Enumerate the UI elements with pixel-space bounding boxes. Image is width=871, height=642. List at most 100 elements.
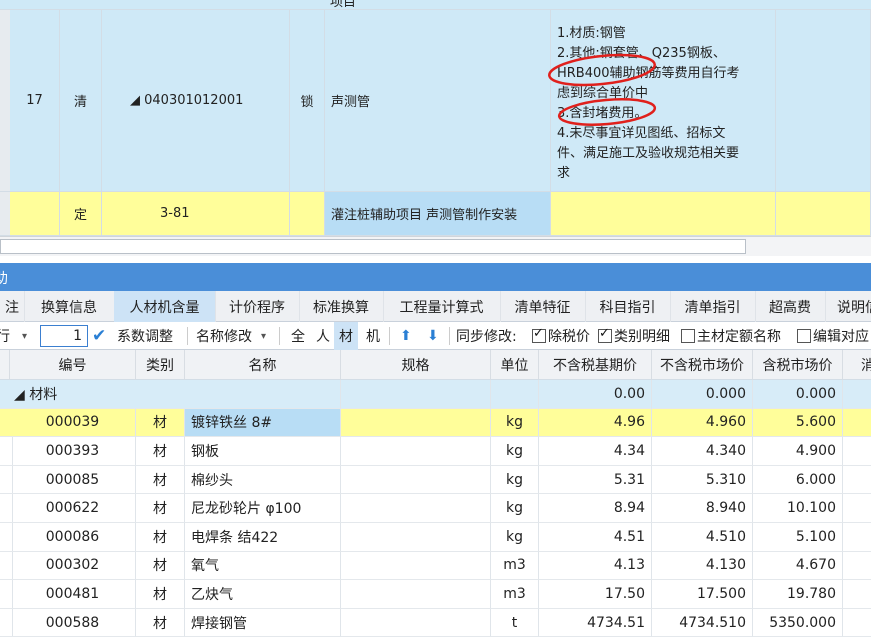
category-detail-checkbox[interactable]: 类别明细 xyxy=(596,322,670,350)
cell-tax[interactable]: 6.000 xyxy=(753,465,843,495)
cell-cat[interactable]: 材 xyxy=(136,465,185,495)
coefficient-adjust-button[interactable]: 系数调整 xyxy=(117,322,173,350)
cell-unit[interactable]: t xyxy=(491,608,539,638)
row-dropdown-arrow-icon[interactable]: ▾ xyxy=(22,322,27,350)
col-header-tax-price[interactable]: 含税市场价 xyxy=(753,350,843,380)
cell-tax[interactable]: 10.100 xyxy=(753,494,843,523)
cell-base[interactable]: 5.31 xyxy=(539,465,652,495)
tab-labor-material-machine[interactable]: 人材机含量 xyxy=(114,291,216,322)
cell-cat[interactable]: 材 xyxy=(136,551,185,581)
tab-conversion-info[interactable]: 换算信息 xyxy=(24,291,115,322)
cell-extra[interactable] xyxy=(843,466,871,495)
checkmark-icon[interactable]: ✔ xyxy=(92,322,106,350)
col-header-market-price[interactable]: 不含税市场价 xyxy=(652,350,753,380)
checkbox-checked-icon[interactable] xyxy=(532,326,546,343)
cell-name[interactable]: 镀锌铁丝 8# xyxy=(185,408,341,438)
cell-extra[interactable] xyxy=(843,523,871,552)
cell-extra[interactable] xyxy=(843,609,871,638)
cell-market[interactable]: 4.130 xyxy=(652,551,753,581)
cell-cat[interactable]: 材 xyxy=(136,523,185,552)
quantity-input[interactable]: 1 xyxy=(40,325,88,347)
cell-extra[interactable] xyxy=(843,408,871,438)
edit-corresponding-checkbox[interactable]: 编辑对应 xyxy=(795,322,869,350)
cell-unit[interactable]: kg xyxy=(491,408,539,438)
filter-all[interactable]: 全 xyxy=(291,322,305,350)
cell-code[interactable]: 000588 xyxy=(10,608,136,638)
cell-base[interactable]: 4.51 xyxy=(539,523,652,552)
cell-extra[interactable] xyxy=(843,552,871,581)
horizontal-scrollbar[interactable] xyxy=(0,236,871,256)
checkbox-checked-icon[interactable] xyxy=(598,326,612,343)
cell-unit[interactable]: kg xyxy=(491,465,539,495)
filter-labor[interactable]: 人 xyxy=(316,322,330,350)
main-material-name-checkbox[interactable]: 主材定额名称 xyxy=(679,322,781,350)
tab-list-guide[interactable]: 清单指引 xyxy=(670,291,756,322)
cell-code[interactable]: 000622 xyxy=(10,494,136,523)
tab-quantity-formula[interactable]: 工程量计算式 xyxy=(383,291,501,322)
cell-cat[interactable]: 材 xyxy=(136,437,185,466)
cell-tax[interactable]: 5350.000 xyxy=(753,608,843,638)
tab-subject-guide[interactable]: 科目指引 xyxy=(585,291,671,322)
cell-unit[interactable]: kg xyxy=(491,494,539,523)
cell-market[interactable]: 4.510 xyxy=(652,523,753,552)
cell-code[interactable]: 000393 xyxy=(10,437,136,466)
cell-spec[interactable] xyxy=(341,437,491,466)
col-header-base-price[interactable]: 不含税基期价 xyxy=(539,350,652,380)
col-header-extra[interactable]: 消 xyxy=(843,350,871,380)
cell-name[interactable]: 氧气 xyxy=(185,551,341,581)
cell-code[interactable]: 000302 xyxy=(10,551,136,581)
cell-base[interactable]: 4734.51 xyxy=(539,608,652,638)
cell-base[interactable]: 4.34 xyxy=(539,437,652,466)
cell-market[interactable]: 4.960 xyxy=(652,408,753,438)
tab-pricing-procedure[interactable]: 计价程序 xyxy=(215,291,300,322)
col-header-category[interactable]: 类别 xyxy=(136,350,185,380)
cell-spec[interactable] xyxy=(341,580,491,609)
cell-tax[interactable]: 19.780 xyxy=(753,580,843,609)
tab-notes[interactable]: 注 xyxy=(0,291,25,322)
cell-name[interactable]: 尼龙砂轮片 φ100 xyxy=(185,494,341,523)
cell-tax[interactable]: 5.600 xyxy=(753,408,843,438)
cell-name[interactable]: 钢板 xyxy=(185,437,341,466)
chevron-down-icon[interactable]: ▾ xyxy=(261,322,266,350)
scrollbar-thumb[interactable] xyxy=(0,239,746,254)
tab-description[interactable]: 说明信 xyxy=(825,291,871,322)
col-header-name[interactable]: 名称 xyxy=(185,350,341,380)
cell-code[interactable]: 000086 xyxy=(10,523,136,552)
cell-cat[interactable]: 材 xyxy=(136,408,185,438)
cell-market[interactable]: 8.940 xyxy=(652,494,753,523)
cell-spec[interactable] xyxy=(341,551,491,581)
tab-overheight-fee[interactable]: 超高费 xyxy=(755,291,826,322)
cell-market[interactable]: 4.340 xyxy=(652,437,753,466)
cell-base[interactable]: 4.96 xyxy=(539,408,652,438)
tax-excluded-checkbox[interactable]: 除税价 xyxy=(530,322,590,350)
group-label[interactable]: ◢ 材料 xyxy=(10,380,185,409)
checkbox-unchecked-icon[interactable] xyxy=(681,329,695,343)
cell-cat[interactable]: 材 xyxy=(136,608,185,638)
cell-spec[interactable] xyxy=(341,608,491,638)
checkbox-unchecked-icon[interactable] xyxy=(797,329,811,343)
cell-name[interactable]: 电焊条 结422 xyxy=(185,523,341,552)
cell-spec[interactable] xyxy=(341,408,491,438)
cell-unit[interactable]: m3 xyxy=(491,551,539,581)
cell-base[interactable]: 8.94 xyxy=(539,494,652,523)
cell-code[interactable]: 000085 xyxy=(10,465,136,495)
cell-cat[interactable]: 材 xyxy=(136,494,185,523)
cell-unit[interactable]: kg xyxy=(491,523,539,552)
cell-tax[interactable]: 4.900 xyxy=(753,437,843,466)
rename-dropdown[interactable]: 名称修改 xyxy=(196,322,252,350)
cell-name[interactable]: 焊接钢管 xyxy=(185,608,341,638)
cell-tax[interactable]: 4.670 xyxy=(753,551,843,581)
cell-cat[interactable]: 材 xyxy=(136,580,185,609)
cell-code[interactable]: 000481 xyxy=(10,580,136,609)
cell-market[interactable]: 4734.510 xyxy=(652,608,753,638)
cell-extra[interactable] xyxy=(843,494,871,523)
tab-list-features[interactable]: 清单特征 xyxy=(500,291,586,322)
move-up-icon[interactable]: ⬆ xyxy=(400,322,412,350)
filter-machine[interactable]: 机 xyxy=(366,322,380,350)
cell-market[interactable]: 17.500 xyxy=(652,580,753,609)
col-header-spec[interactable]: 规格 xyxy=(341,350,491,380)
cell-name[interactable]: 棉纱头 xyxy=(185,465,341,495)
cell-spec[interactable] xyxy=(341,494,491,523)
cell-unit[interactable]: kg xyxy=(491,437,539,466)
cell-unit[interactable]: m3 xyxy=(491,580,539,609)
